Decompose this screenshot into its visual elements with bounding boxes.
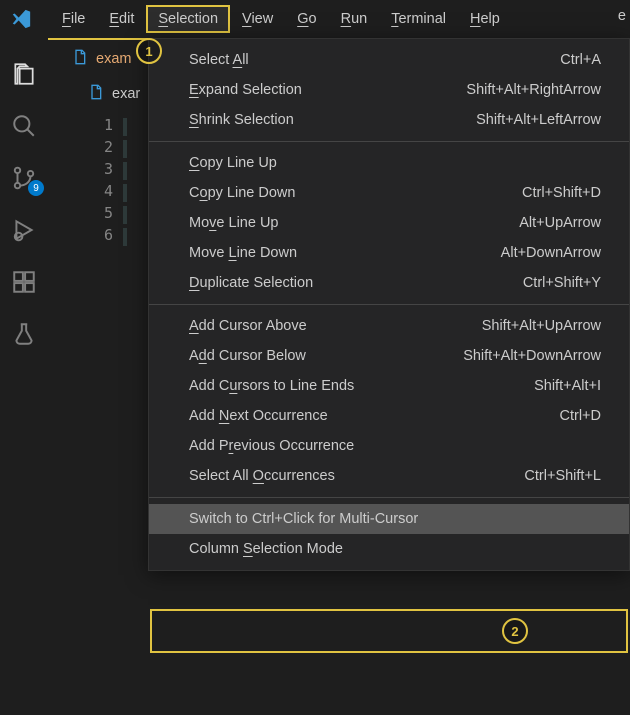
line-number: 3 xyxy=(104,160,127,182)
line-number: 5 xyxy=(104,204,127,226)
menu-item-label: Move Line Down xyxy=(189,245,297,261)
menu-item[interactable]: Column Selection Mode xyxy=(149,534,629,564)
activity-bar: 9 xyxy=(0,38,48,715)
menu-item[interactable]: Expand Selection Shift+Alt+RightArrow xyxy=(149,75,629,105)
menu-edit[interactable]: Edit xyxy=(97,5,146,33)
menu-item-label: Copy Line Up xyxy=(189,155,277,171)
run-debug-icon[interactable] xyxy=(10,216,38,244)
menu-separator xyxy=(149,497,629,498)
menu-item-label: Add Previous Occurrence xyxy=(189,438,354,454)
menu-item-label: Copy Line Down xyxy=(189,185,295,201)
menu-item[interactable]: Add Previous Occurrence xyxy=(149,431,629,461)
menu-item-label: Add Cursor Above xyxy=(189,318,307,334)
file-icon xyxy=(88,84,104,104)
menu-item-shortcut: Ctrl+Shift+Y xyxy=(523,275,601,291)
menu-item-shortcut: Ctrl+Shift+D xyxy=(522,185,601,201)
scm-badge: 9 xyxy=(28,180,44,196)
explorer-icon[interactable] xyxy=(10,60,38,88)
menu-item-label: Move Line Up xyxy=(189,215,278,231)
menu-item[interactable]: Add Cursor Above Shift+Alt+UpArrow xyxy=(149,311,629,341)
menu-item-shortcut: Alt+DownArrow xyxy=(501,245,601,261)
menu-item[interactable]: Move Line Up Alt+UpArrow xyxy=(149,208,629,238)
menu-item-label: Select All xyxy=(189,52,249,68)
breadcrumb-label: exar xyxy=(112,86,140,102)
menu-item-label: Shrink Selection xyxy=(189,112,294,128)
menu-item-label: Expand Selection xyxy=(189,82,302,98)
menu-item-label: Add Cursor Below xyxy=(189,348,306,364)
menu-item-label: Select All Occurrences xyxy=(189,468,335,484)
menu-item-shortcut: Shift+Alt+I xyxy=(534,378,601,394)
menu-item[interactable]: Move Line Down Alt+DownArrow xyxy=(149,238,629,268)
menu-item[interactable]: Add Next Occurrence Ctrl+D xyxy=(149,401,629,431)
menu-item[interactable]: Copy Line Up xyxy=(149,148,629,178)
menu-item[interactable]: Select All Occurrences Ctrl+Shift+L xyxy=(149,461,629,491)
menu-item[interactable]: Shrink Selection Shift+Alt+LeftArrow xyxy=(149,105,629,135)
vscode-logo-icon xyxy=(10,8,32,30)
menu-view[interactable]: View xyxy=(230,5,285,33)
menu-item[interactable]: Add Cursor Below Shift+Alt+DownArrow xyxy=(149,341,629,371)
extensions-icon[interactable] xyxy=(10,268,38,296)
menu-help[interactable]: Help xyxy=(458,5,512,33)
menu-item[interactable]: Copy Line Down Ctrl+Shift+D xyxy=(149,178,629,208)
search-icon[interactable] xyxy=(10,112,38,140)
callout-2: 2 xyxy=(502,618,528,644)
menu-item-shortcut: Shift+Alt+LeftArrow xyxy=(476,112,601,128)
menu-item-label: Add Next Occurrence xyxy=(189,408,328,424)
menu-item-label: Column Selection Mode xyxy=(189,541,343,557)
menu-selection[interactable]: Selection xyxy=(146,5,230,33)
menu-item-label: Add Cursors to Line Ends xyxy=(189,378,354,394)
menu-item-label: Duplicate Selection xyxy=(189,275,313,291)
menu-item-shortcut: Shift+Alt+RightArrow xyxy=(466,82,601,98)
testing-icon[interactable] xyxy=(10,320,38,348)
menu-run[interactable]: Run xyxy=(329,5,380,33)
menu-terminal[interactable]: Terminal xyxy=(379,5,458,33)
callout-1: 1 xyxy=(136,38,162,64)
truncated-hint: e xyxy=(618,8,626,24)
file-icon xyxy=(72,49,88,69)
menu-separator xyxy=(149,304,629,305)
line-number: 1 xyxy=(104,116,127,138)
menu-file[interactable]: File xyxy=(50,5,97,33)
menu-item-shortcut: Shift+Alt+DownArrow xyxy=(463,348,601,364)
menu-item[interactable]: Switch to Ctrl+Click for Multi-Cursor xyxy=(149,504,629,534)
source-control-icon[interactable]: 9 xyxy=(10,164,38,192)
menu-bar: FileEditSelectionViewGoRunTerminalHelp e xyxy=(0,0,630,38)
menu-go[interactable]: Go xyxy=(285,5,328,33)
line-number-gutter: 123456 xyxy=(104,116,127,248)
tab-label: exam xyxy=(96,51,131,67)
menu-item[interactable]: Add Cursors to Line Ends Shift+Alt+I xyxy=(149,371,629,401)
menu-item-shortcut: Ctrl+A xyxy=(560,52,601,68)
menu-item-label: Switch to Ctrl+Click for Multi-Cursor xyxy=(189,511,418,527)
menu-item-shortcut: Ctrl+D xyxy=(560,408,602,424)
menu-item-shortcut: Shift+Alt+UpArrow xyxy=(482,318,601,334)
menu-item-shortcut: Ctrl+Shift+L xyxy=(524,468,601,484)
menu-item[interactable]: Select All Ctrl+A xyxy=(149,45,629,75)
menu-item-shortcut: Alt+UpArrow xyxy=(519,215,601,231)
line-number: 4 xyxy=(104,182,127,204)
line-number: 2 xyxy=(104,138,127,160)
menu-item[interactable]: Duplicate Selection Ctrl+Shift+Y xyxy=(149,268,629,298)
menu-separator xyxy=(149,141,629,142)
line-number: 6 xyxy=(104,226,127,248)
selection-menu-dropdown: Select All Ctrl+A Expand Selection Shift+Al… xyxy=(148,38,630,571)
